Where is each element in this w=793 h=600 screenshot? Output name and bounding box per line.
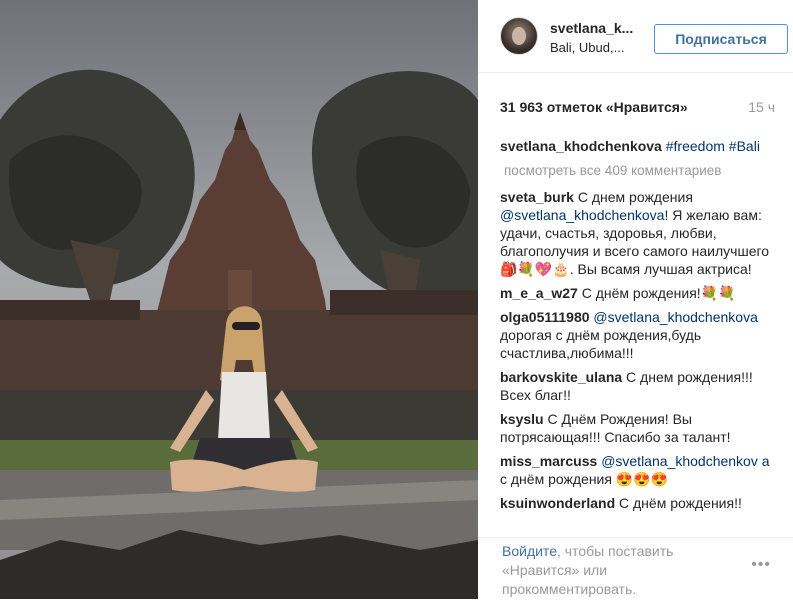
post-sidebar: svetlana_k... Bali, Ubud,... Подписаться… <box>478 0 793 599</box>
comment: ksuinwonderland С днём рождения!! <box>500 494 780 512</box>
follow-button[interactable]: Подписаться <box>654 24 788 54</box>
login-prompt: Войдите, чтобы поставить «Нравится» или … <box>502 542 702 599</box>
avatar[interactable] <box>500 17 538 55</box>
comment-mention[interactable]: @svetlana_khodchenkova <box>593 309 757 325</box>
avatar-face <box>512 27 526 45</box>
comment-text: С днем рождения <box>573 189 693 205</box>
caption: svetlana_khodchenkova #freedom #Bali <box>500 138 760 154</box>
comment-text: С днём рождения!💐💐 <box>577 285 736 301</box>
username-link[interactable]: svetlana_k... <box>550 20 633 36</box>
ellipsis-icon[interactable]: ••• <box>751 556 771 574</box>
post-header: svetlana_k... Bali, Ubud,... Подписаться <box>478 0 793 73</box>
comment-text: С днём рождения!! <box>615 495 742 511</box>
comment-username[interactable]: olga05111980 <box>500 309 590 325</box>
comment-mention[interactable]: @svetlana_khodchenkova <box>500 207 664 223</box>
comment: miss_marcuss @svetlana_khodchenkov a с д… <box>500 452 780 488</box>
comment: sveta_burk С днем рождения @svetlana_kho… <box>500 188 780 278</box>
comment-username[interactable]: barkovskite_ulana <box>500 369 622 385</box>
caption-username[interactable]: svetlana_khodchenkova <box>500 138 662 154</box>
temple-photo-image <box>0 0 478 599</box>
location-link[interactable]: Bali, Ubud,... <box>550 40 624 55</box>
comment: ksyslu С Днём Рождения! Вы потрясающая!!… <box>500 410 780 446</box>
comment-username[interactable]: m_e_a_w27 <box>500 285 578 301</box>
comment-mention[interactable]: @svetlana_khodchenkov a <box>601 453 769 469</box>
hashtag-bali[interactable]: #Bali <box>729 138 760 154</box>
comment-text-tail: дорогая с днём рождения,будь счастлива,л… <box>500 327 702 361</box>
view-all-comments-link[interactable]: посмотреть все 409 комментариев <box>504 163 721 178</box>
comment: olga05111980 @svetlana_khodchenkova доро… <box>500 308 780 362</box>
comment-username[interactable]: miss_marcuss <box>500 453 597 469</box>
comment: m_e_a_w27 С днём рождения!💐💐 <box>500 284 780 302</box>
comment-username[interactable]: sveta_burk <box>500 189 574 205</box>
comment: barkovskite_ulana С днем рождения!!! Все… <box>500 368 780 404</box>
timestamp[interactable]: 15 ч <box>748 99 775 115</box>
post-footer: Войдите, чтобы поставить «Нравится» или … <box>478 537 793 600</box>
hashtag-freedom[interactable]: #freedom <box>666 138 725 154</box>
comment-text-tail: с днём рождения 😍😍😍 <box>500 471 669 487</box>
login-link[interactable]: Войдите <box>502 543 557 559</box>
likes-count[interactable]: 31 963 отметок «Нравится» <box>500 99 688 115</box>
comment-list: sveta_burk С днем рождения @svetlana_kho… <box>500 188 780 534</box>
comment-username[interactable]: ksyslu <box>500 411 544 427</box>
post-photo[interactable] <box>0 0 478 599</box>
comment-username[interactable]: ksuinwonderland <box>500 495 615 511</box>
